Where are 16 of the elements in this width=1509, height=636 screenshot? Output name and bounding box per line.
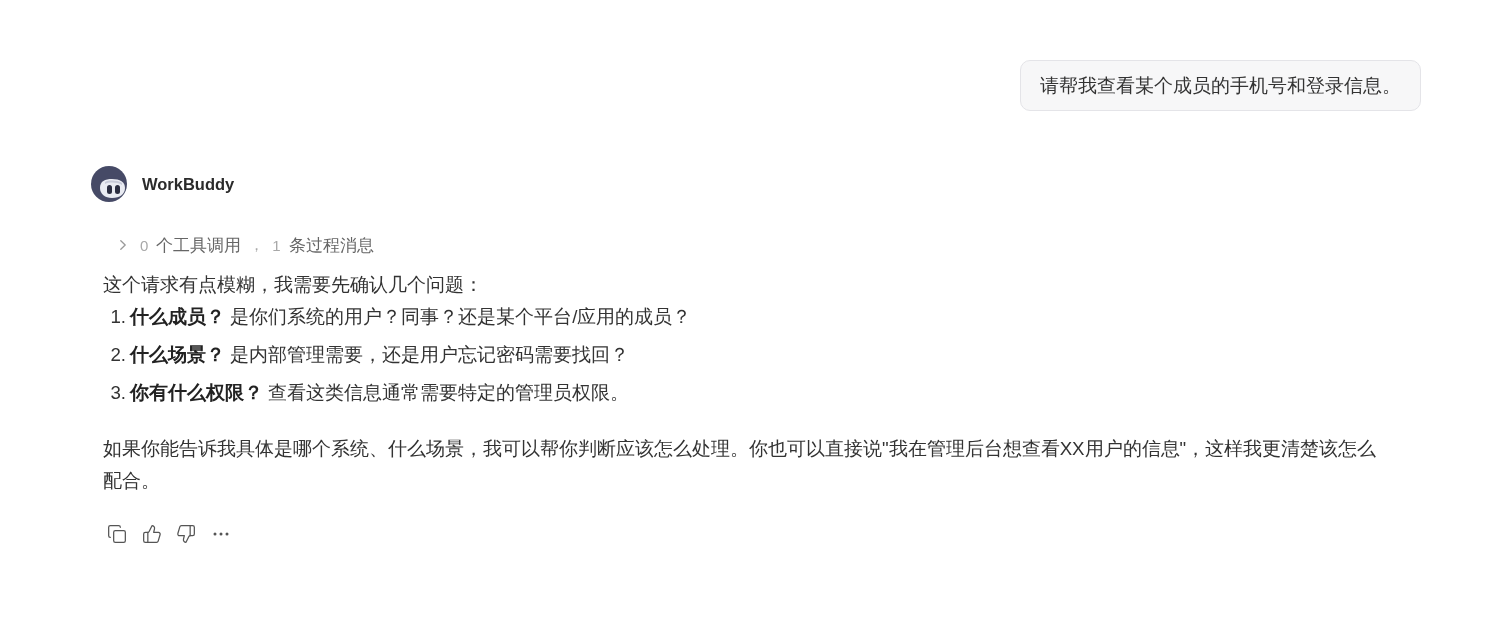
user-message-bubble: 请帮我查看某个成员的手机号和登录信息。 xyxy=(1020,60,1421,111)
list-number: 2. xyxy=(109,343,126,367)
list-number: 3. xyxy=(109,381,126,405)
intro-text: 这个请求有点模糊，我需要先确认几个问题： xyxy=(103,273,484,297)
closing-paragraph: 如果你能告诉我具体是哪个系统、什么场景，我可以帮你判断应该怎么处理。你也可以直接说"我在管理后台想查看XX用户的信息"，这样我更清楚该怎么配合。 xyxy=(103,437,1378,493)
copy-icon xyxy=(107,524,127,544)
question-text: 你有什么权限？ 查看这类信息通常需要特定的管理员权限。 xyxy=(130,381,630,405)
assistant-name: WorkBuddy xyxy=(142,174,235,194)
question-text: 什么场景？ 是内部管理需要，还是用户忘记密码需要找回？ xyxy=(130,343,630,367)
thumbs-up-icon xyxy=(141,524,162,544)
list-number: 1. xyxy=(109,305,126,329)
more-icon xyxy=(213,532,230,536)
question-text: 什么成员？ 是你们系统的用户？同事？还是某个平台/应用的成员？ xyxy=(130,305,692,329)
process-summary-toggle[interactable]: 0 个工具调用 ， 1 条过程消息 xyxy=(120,233,374,257)
robot-avatar-icon xyxy=(91,166,127,202)
thumbs-down-icon xyxy=(176,524,197,544)
